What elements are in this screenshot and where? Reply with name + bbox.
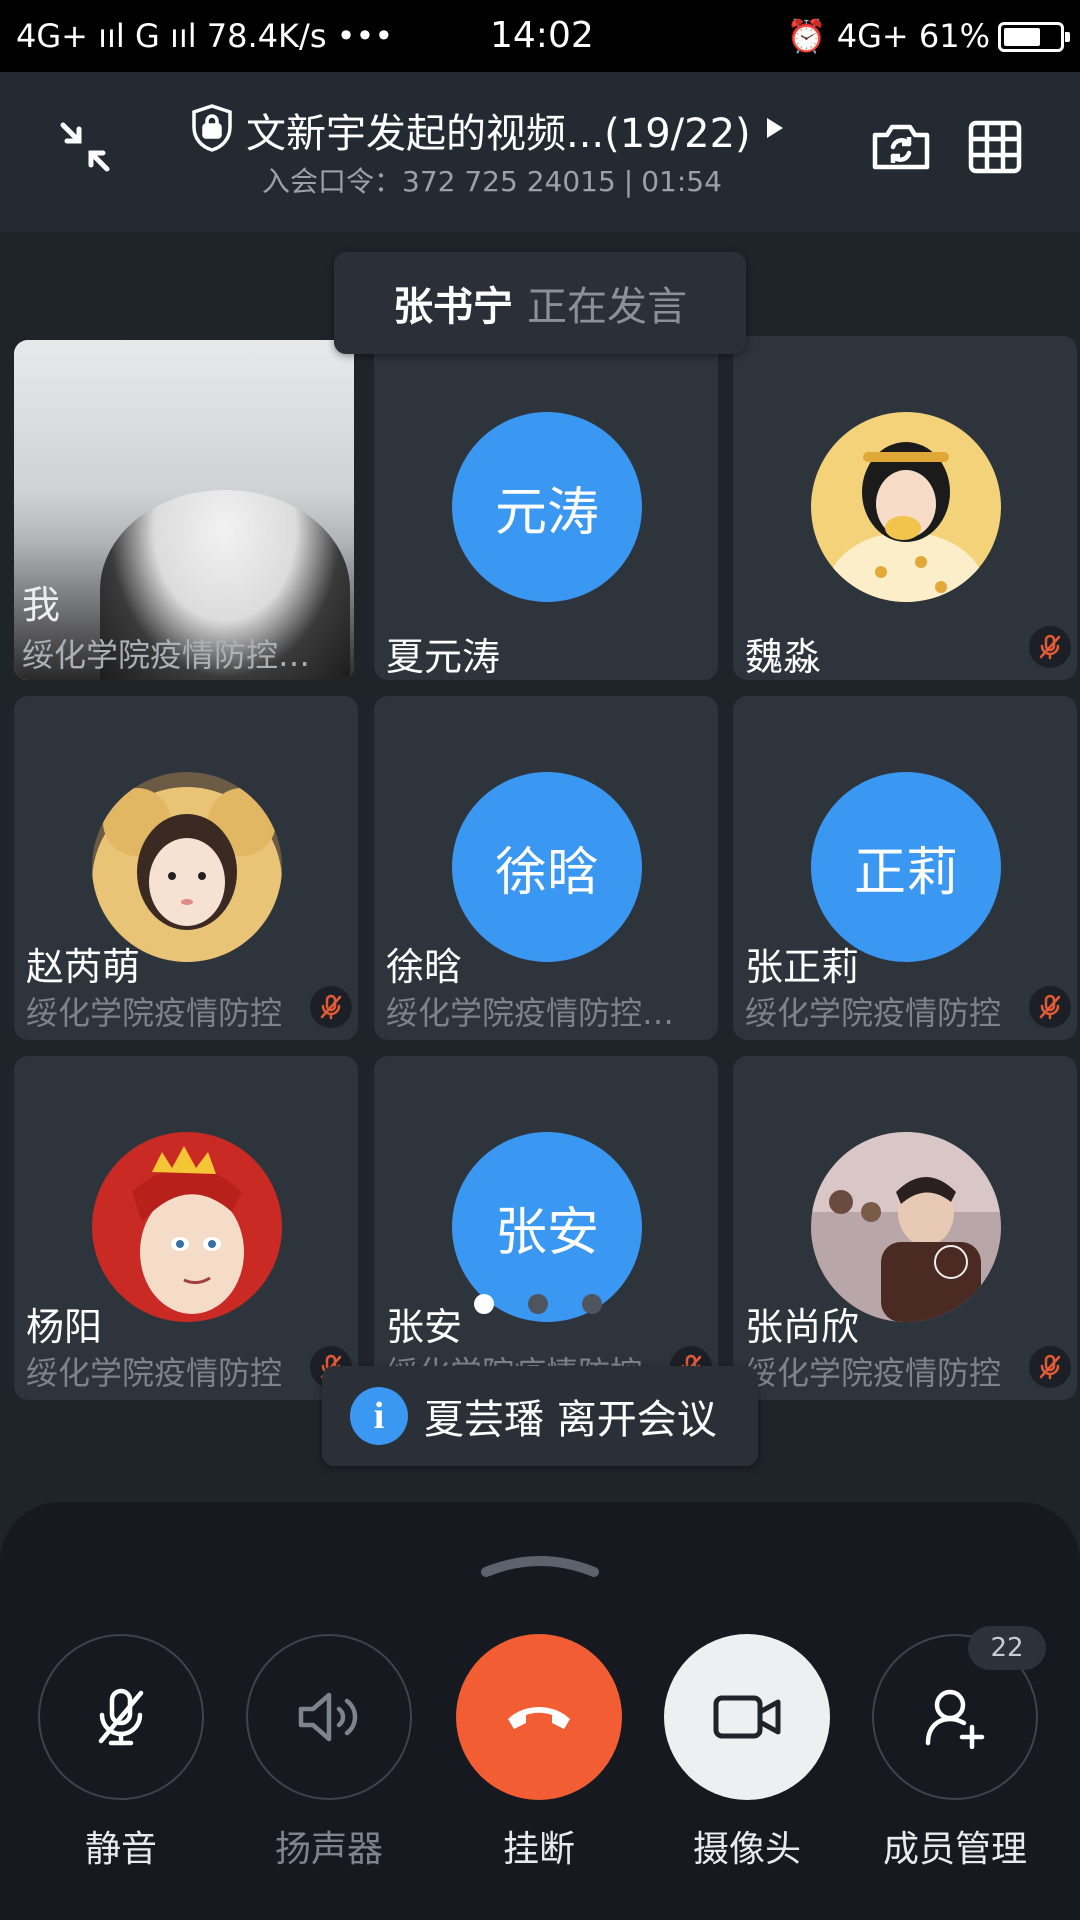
control-panel: 静音 扬声器 挂断 摄像头 成员管理 22 bbox=[0, 1502, 1080, 1920]
participant-tile[interactable]: 正莉 张正莉 绥化学院疫情防控 bbox=[733, 696, 1077, 1040]
play-arrow-icon bbox=[765, 116, 785, 144]
participant-org: 绥化学院疫情防控 bbox=[26, 994, 283, 1032]
meeting-title[interactable]: 文新宇发起的视频...(19/22) bbox=[190, 103, 830, 157]
page-indicator[interactable] bbox=[474, 1294, 602, 1314]
status-bar: 4G+ ııl G ııl 78.4K/s ••• 14:02 ⏰ 4G+ 61… bbox=[0, 0, 1080, 72]
participant-name: 我 bbox=[22, 583, 61, 627]
participant-org: 绥化学院疫情防控… bbox=[22, 636, 311, 674]
participant-tile[interactable]: 元涛 夏元涛 bbox=[374, 336, 718, 680]
clock: 14:02 bbox=[490, 15, 594, 56]
notification-toast: i 夏芸璠 离开会议 bbox=[322, 1366, 758, 1466]
hangup-button[interactable]: 挂断 bbox=[454, 1634, 624, 1872]
network-status: 4G+ ııl G ııl 78.4K/s ••• bbox=[16, 17, 394, 55]
minimize-icon[interactable] bbox=[50, 112, 120, 182]
toast-name: 夏芸璠 bbox=[424, 1397, 544, 1443]
grid-layout-icon[interactable] bbox=[960, 112, 1030, 182]
active-speaker-banner: 张书宁 正在发言 bbox=[334, 252, 746, 354]
muted-mic-icon bbox=[310, 986, 352, 1028]
avatar: 正莉 bbox=[811, 772, 1001, 962]
info-icon: i bbox=[350, 1387, 408, 1445]
avatar: 元涛 bbox=[452, 412, 642, 602]
avatar: 徐晗 bbox=[452, 772, 642, 962]
mute-button[interactable]: 静音 bbox=[36, 1634, 206, 1872]
meeting-header: 文新宇发起的视频...(19/22) 入会口令：372 725 24015 | 01… bbox=[0, 72, 1080, 232]
participant-org: 绥化学院疫情防控 bbox=[26, 1354, 283, 1392]
member-management-label: 成员管理 bbox=[882, 1829, 1027, 1870]
active-speaker-name: 张书宁 bbox=[393, 284, 513, 330]
muted-mic-icon bbox=[1029, 986, 1071, 1028]
participant-org: 绥化学院疫情防控… bbox=[386, 994, 675, 1032]
participant-name: 徐晗 bbox=[386, 945, 463, 989]
participant-name: 夏元涛 bbox=[386, 635, 501, 679]
participant-tile-self[interactable]: 我 绥化学院疫情防控… bbox=[14, 340, 354, 680]
meeting-code-label: 入会口令： bbox=[262, 165, 403, 198]
member-count-badge: 22 bbox=[968, 1626, 1046, 1670]
avatar bbox=[92, 1132, 282, 1322]
participant-tile[interactable]: 杨阳 绥化学院疫情防控 bbox=[14, 1056, 358, 1400]
participant-name: 杨阳 bbox=[26, 1305, 103, 1349]
meeting-title-text: 文新宇发起的视频...(19/22) bbox=[246, 111, 751, 157]
muted-mic-icon bbox=[1029, 1346, 1071, 1388]
participant-tile[interactable]: 张尚欣 绥化学院疫情防控 bbox=[733, 1056, 1077, 1400]
elapsed-time: 01:54 bbox=[641, 165, 722, 198]
toast-message: 离开会议 bbox=[556, 1397, 717, 1443]
switch-camera-icon[interactable] bbox=[866, 112, 936, 182]
participant-name: 魏淼 bbox=[745, 635, 822, 679]
meeting-code: 372 725 24015 bbox=[402, 165, 616, 198]
participant-tile[interactable]: 魏淼 bbox=[733, 336, 1077, 680]
mute-label: 静音 bbox=[84, 1829, 157, 1870]
active-speaker-status: 正在发言 bbox=[527, 284, 687, 330]
camera-label: 摄像头 bbox=[692, 1829, 801, 1870]
participant-tile[interactable]: 徐晗 徐晗 绥化学院疫情防控… bbox=[374, 696, 718, 1040]
speaker-button[interactable]: 扬声器 bbox=[244, 1634, 414, 1872]
participant-name: 张安 bbox=[386, 1305, 463, 1349]
participant-tile[interactable]: 赵芮萌 绥化学院疫情防控 bbox=[14, 696, 358, 1040]
self-video-preview bbox=[14, 340, 354, 680]
chevron-up-icon[interactable] bbox=[480, 1548, 600, 1582]
page-dot-2[interactable] bbox=[528, 1294, 548, 1314]
avatar bbox=[92, 772, 282, 962]
battery-icon bbox=[998, 22, 1070, 52]
lock-shield-icon bbox=[190, 103, 234, 157]
speaker-label: 扬声器 bbox=[274, 1829, 383, 1870]
meeting-info: 入会口令：372 725 24015 | 01:54 bbox=[262, 165, 722, 198]
hangup-label: 挂断 bbox=[502, 1829, 575, 1870]
participant-name: 赵芮萌 bbox=[26, 945, 141, 989]
camera-button[interactable]: 摄像头 bbox=[662, 1634, 832, 1872]
avatar bbox=[811, 1132, 1001, 1322]
muted-mic-icon bbox=[1029, 626, 1071, 668]
participant-tile[interactable]: 张安 张安 绥化学院疫情防控 bbox=[374, 1056, 718, 1400]
page-dot-3[interactable] bbox=[582, 1294, 602, 1314]
avatar bbox=[811, 412, 1001, 602]
system-indicators: ⏰ 4G+ 61% bbox=[786, 17, 990, 55]
participant-org: 绥化学院疫情防控 bbox=[745, 994, 1002, 1032]
page-dot-1[interactable] bbox=[474, 1294, 494, 1314]
participant-name: 张正莉 bbox=[745, 945, 860, 989]
participant-name: 张尚欣 bbox=[745, 1305, 860, 1349]
participant-org: 绥化学院疫情防控 bbox=[745, 1354, 1002, 1392]
